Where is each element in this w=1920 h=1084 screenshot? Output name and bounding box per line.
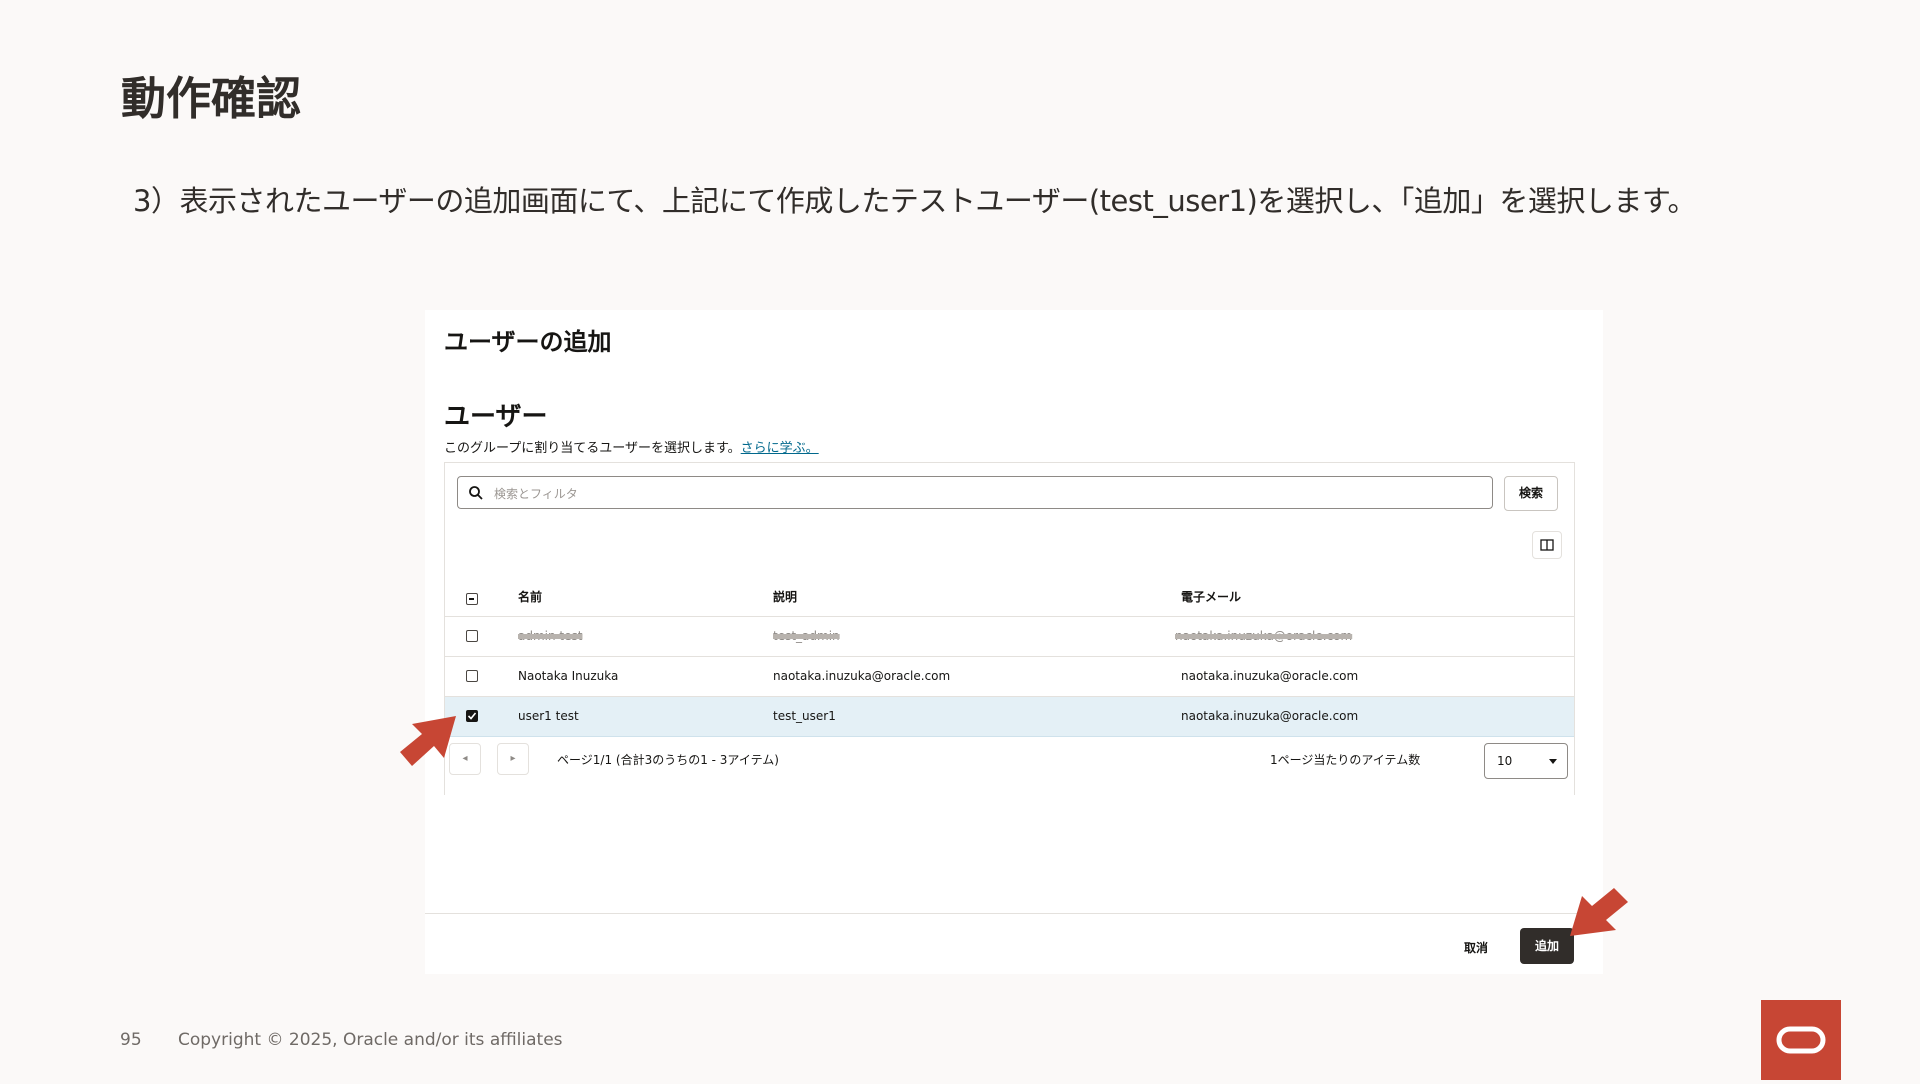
user-table-panel: 検索とフィルタ 検索 名前 説明 電子メール admin test test_a… (444, 462, 1575, 795)
next-page-button[interactable]: ▸ (497, 743, 529, 775)
chevron-left-icon: ◂ (462, 753, 468, 764)
description-text: このグループに割り当てるユーザーを選択します。 (444, 441, 741, 456)
search-icon (469, 486, 483, 500)
column-header-email[interactable]: 電子メール (1181, 588, 1241, 605)
row-name: Naotaka Inuzuka (518, 669, 619, 683)
add-user-dialog-screenshot: ユーザーの追加 ユーザー このグループに割り当てるユーザーを選択します。さらに学… (425, 310, 1603, 974)
column-toggle-button[interactable] (1532, 531, 1562, 559)
learn-more-link[interactable]: さらに学ぶ。 (741, 441, 819, 456)
pointer-arrow-icon (1570, 888, 1628, 936)
per-page-value: 10 (1497, 754, 1513, 768)
columns-icon (1540, 539, 1554, 551)
row-email: naotaka.inuzuka@oracle.com (1181, 669, 1359, 683)
row-email: naotaka.inuzuka@oracle.com (1175, 629, 1353, 643)
row-name: admin test (518, 629, 583, 643)
page-status: ページ1/1 (合計3のうちの1 - 3アイテム) (557, 753, 779, 767)
dialog-footer-divider (425, 913, 1603, 914)
column-header-description[interactable]: 説明 (773, 588, 797, 605)
column-header-name[interactable]: 名前 (518, 588, 542, 605)
cancel-button[interactable]: 取消 (1451, 931, 1501, 965)
section-title: ユーザー (444, 402, 548, 432)
select-all-checkbox[interactable] (466, 593, 478, 605)
instruction-text: 3）表示されたユーザーの追加画面にて、上記にて作成したテストユーザー(test_… (133, 184, 1696, 218)
row-email: naotaka.inuzuka@oracle.com (1181, 709, 1359, 723)
section-description: このグループに割り当てるユーザーを選択します。さらに学ぶ。 (444, 437, 819, 456)
slide-title: 動作確認 (121, 72, 302, 125)
table-header: 名前 説明 電子メール (445, 581, 1574, 617)
row-checkbox-checked[interactable] (466, 710, 478, 722)
chevron-down-icon (1549, 759, 1557, 764)
pagination-bar: ◂ ▸ ページ1/1 (合計3のうちの1 - 3アイテム) 1ページ当たりのアイ… (445, 739, 1574, 795)
pointer-arrow-icon (400, 716, 456, 766)
row-description: test_admin (773, 629, 840, 643)
table-row-selected[interactable]: user1 test test_user1 naotaka.inuzuka@or… (445, 697, 1574, 737)
search-button[interactable]: 検索 (1504, 476, 1558, 511)
row-checkbox[interactable] (466, 630, 478, 642)
oracle-logo-icon (1776, 1026, 1826, 1054)
chevron-right-icon: ▸ (510, 753, 516, 764)
per-page-label: 1ページ当たりのアイテム数 (1270, 753, 1421, 767)
oracle-logo (1761, 1000, 1841, 1080)
dialog-title: ユーザーの追加 (444, 328, 612, 356)
table-row[interactable]: Naotaka Inuzuka naotaka.inuzuka@oracle.c… (445, 657, 1574, 697)
row-description: naotaka.inuzuka@oracle.com (773, 669, 951, 683)
table-row[interactable]: admin test test_admin naotaka.inuzuka@or… (445, 617, 1574, 657)
row-description: test_user1 (773, 709, 836, 723)
page-number: 95 (120, 1030, 142, 1050)
copyright-text: Copyright © 2025, Oracle and/or its affi… (178, 1030, 563, 1050)
checkmark-icon (467, 712, 477, 720)
search-input[interactable]: 検索とフィルタ (457, 476, 1493, 509)
per-page-select[interactable]: 10 (1484, 743, 1568, 779)
row-checkbox[interactable] (466, 670, 478, 682)
row-name: user1 test (518, 709, 579, 723)
search-placeholder: 検索とフィルタ (494, 487, 578, 501)
